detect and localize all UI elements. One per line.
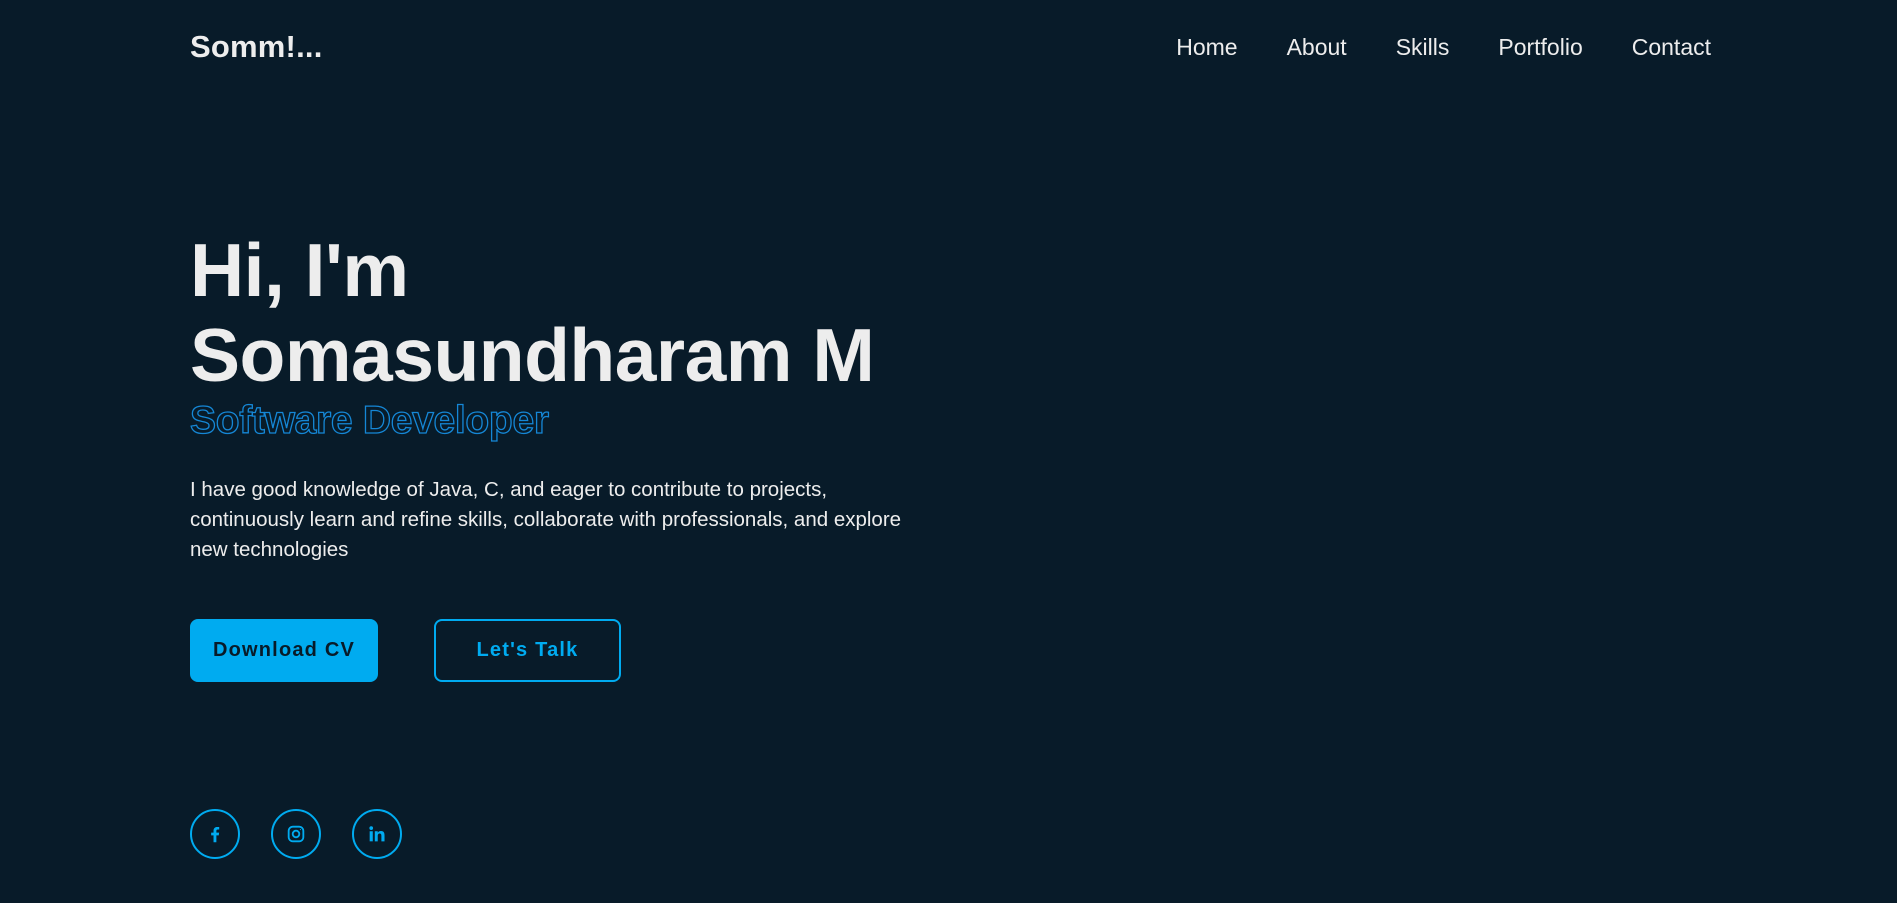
lets-talk-button[interactable]: Let's Talk xyxy=(434,619,621,682)
site-header: Somm!... Home About Skills Portfolio Con… xyxy=(190,22,1711,72)
nav-contact[interactable]: Contact xyxy=(1632,34,1711,61)
download-cv-button[interactable]: Download CV xyxy=(190,619,378,682)
hero-section: Hi, I'm Somasundharam M Software Develop… xyxy=(189,228,950,565)
nav-about[interactable]: About xyxy=(1287,34,1347,61)
instagram-link[interactable] xyxy=(271,809,321,859)
nav-home[interactable]: Home xyxy=(1176,34,1237,61)
linkedin-icon xyxy=(366,823,388,845)
main-nav: Home About Skills Portfolio Contact xyxy=(1127,34,1711,61)
hero-description: I have good knowledge of Java, C, and ea… xyxy=(190,478,902,561)
hero-name: Somasundharam M xyxy=(190,313,875,397)
nav-portfolio[interactable]: Portfolio xyxy=(1498,34,1582,61)
linkedin-link[interactable] xyxy=(352,809,402,859)
hero-buttons: Download CV Let's Talk xyxy=(190,619,621,682)
hero-greeting: Hi, I'm xyxy=(190,228,409,312)
instagram-icon xyxy=(285,823,307,845)
facebook-link[interactable] xyxy=(190,809,240,859)
social-links xyxy=(190,809,433,859)
nav-skills[interactable]: Skills xyxy=(1396,34,1450,61)
site-logo[interactable]: Somm!... xyxy=(190,29,323,65)
hero-role: Software Developer xyxy=(189,398,549,442)
hero-heading: Hi, I'm Somasundharam M xyxy=(190,228,950,398)
page: Somm!... Home About Skills Portfolio Con… xyxy=(0,0,1897,903)
facebook-icon xyxy=(204,823,226,845)
